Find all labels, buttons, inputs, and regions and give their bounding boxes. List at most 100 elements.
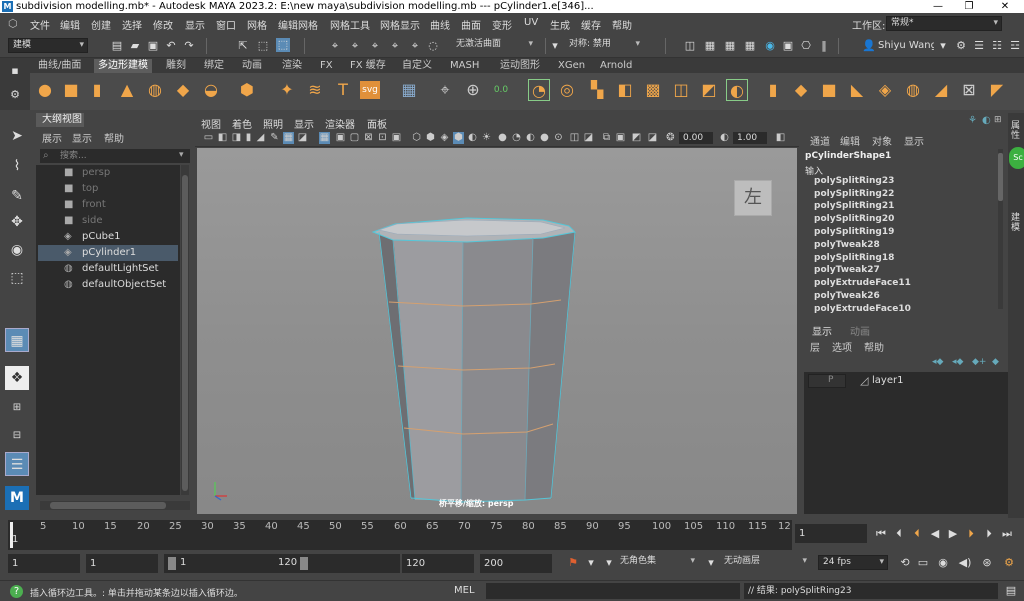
volume-icon[interactable]: ◀) (958, 556, 972, 570)
exposure-field[interactable]: 0.00 (679, 132, 713, 144)
2d-pan-icon[interactable]: ◢ (255, 132, 266, 144)
list-item[interactable]: ◈ pCylinder1 (38, 245, 178, 261)
symmetry-dropdown[interactable]: 对称: 禁用 (565, 38, 643, 53)
lasso-tool-icon[interactable]: ⌇ (5, 154, 29, 178)
quad-draw-icon[interactable]: ⊠ (958, 79, 980, 101)
menu-cache[interactable]: 缓存 (581, 17, 601, 32)
viewport-menu-view[interactable]: 视图 (201, 116, 221, 131)
step-back-frame-icon[interactable]: ⏴ (910, 527, 924, 541)
shelf-tab-rigging[interactable]: 绑定 (200, 59, 228, 73)
pause-render-icon[interactable]: ‖ (817, 39, 831, 53)
shelf-tab-rendering[interactable]: 渲染 (278, 59, 306, 73)
scale-tool-icon[interactable]: ⬚ (5, 266, 29, 290)
viewport-menu-lighting[interactable]: 照明 (263, 116, 283, 131)
cylinder-model[interactable] (197, 148, 797, 514)
grease-pencil-icon[interactable]: ✎ (269, 132, 280, 144)
menu-surfaces[interactable]: 曲面 (461, 17, 481, 32)
extract-icon[interactable]: ▚ (586, 79, 608, 101)
poly-cone-icon[interactable]: ▲ (116, 79, 138, 101)
key-menu-icon[interactable]: ▾ (584, 556, 598, 570)
shelf-settings-icon[interactable]: ⚙ (8, 88, 22, 102)
scene-start-field[interactable]: 1 (8, 554, 80, 573)
safe-action-icon[interactable]: ⊡ (377, 132, 388, 144)
modeling-toolkit-tab[interactable]: 建模 (1011, 213, 1021, 233)
attribute-editor-icon[interactable]: ☰ (972, 39, 986, 53)
new-layer-selected-icon[interactable]: ◆ (992, 357, 999, 367)
input-node[interactable]: polySplitRing19 (814, 227, 894, 237)
outliner-hscroll-thumb[interactable] (50, 502, 166, 509)
layer-tab-display[interactable]: 显示 (812, 323, 832, 338)
new-layer-icon[interactable]: ◆+ (972, 357, 986, 367)
textured-icon[interactable]: ◐ (467, 132, 478, 144)
ambient-occlusion-icon[interactable]: ◐ (525, 132, 536, 144)
layer-visibility-toggle[interactable] (808, 374, 846, 388)
gate-mask-icon[interactable]: ▢ (349, 132, 360, 144)
boolean-icon[interactable]: ◧ (614, 79, 636, 101)
channel-box-icon[interactable]: ☷ (990, 39, 1004, 53)
menu-mesh[interactable]: 网格 (247, 17, 267, 32)
gamma-field[interactable]: 1.00 (733, 132, 767, 144)
shelf-tab-fx-caching[interactable]: FX 缓存 (346, 59, 390, 73)
layer-menu-help[interactable]: 帮助 (864, 339, 884, 354)
shelf-tab-arnold[interactable]: Arnold (596, 59, 636, 73)
menu-edit[interactable]: 编辑 (60, 17, 80, 32)
type-tool-icon[interactable]: T (332, 79, 354, 101)
viewport-menu-shading[interactable]: 着色 (232, 116, 252, 131)
list-item[interactable]: ◈ pCube1 (38, 229, 178, 245)
input-node[interactable]: polyExtrudeFace10 (814, 304, 911, 314)
input-node[interactable]: polyTweak28 (814, 240, 880, 250)
fill-hole-icon[interactable]: ◣ (846, 79, 868, 101)
reduce-icon[interactable]: ◫ (670, 79, 692, 101)
step-back-key-icon[interactable]: ⏴ (892, 527, 906, 541)
layer-playback-toggle[interactable]: P (828, 375, 833, 385)
arnold-render-icon[interactable]: ▣ (781, 39, 795, 53)
layout-side-icon[interactable]: ⊟ (5, 424, 29, 448)
select-by-object-icon[interactable]: ⬚ (256, 39, 270, 53)
bevel-icon[interactable]: ■ (818, 79, 840, 101)
select-by-component-icon[interactable]: ⬚ (276, 38, 290, 52)
viewport-menu-renderer[interactable]: 渲染器 (325, 116, 355, 131)
layer-name[interactable]: layer1 (872, 375, 903, 386)
input-node[interactable]: polyTweak26 (814, 291, 880, 301)
move-tool-icon[interactable]: ✥ (5, 210, 29, 234)
layer-menu-layers[interactable]: 层 (810, 339, 820, 354)
field-chart-icon[interactable]: ⊠ (363, 132, 374, 144)
snap-surface-icon[interactable]: ⌖ (408, 39, 422, 53)
menu-uv[interactable]: UV (524, 17, 538, 28)
shaded-wireframe-icon[interactable]: ⬢ (453, 132, 464, 144)
select-tool-icon[interactable]: ➤ (5, 124, 29, 148)
outliner-vscroll-thumb[interactable] (182, 175, 188, 491)
input-node[interactable]: polySplitRing18 (814, 253, 894, 263)
channel-menu-channels[interactable]: 通道 (810, 133, 830, 148)
view-cube[interactable]: 左 (734, 180, 772, 216)
close-button[interactable]: ✕ (990, 0, 1020, 13)
list-item[interactable]: ■ top (38, 181, 178, 197)
target-weld-icon[interactable]: ◍ (902, 79, 924, 101)
play-backward-icon[interactable]: ◀ (928, 527, 942, 541)
outliner-menu-help[interactable]: 帮助 (104, 130, 124, 145)
input-node[interactable]: polySplitRing20 (814, 214, 894, 224)
super-shape-icon[interactable]: ✦ (276, 79, 298, 101)
snap-view-plane-icon[interactable]: ⌖ (388, 39, 402, 53)
outliner-layout-icon[interactable]: ☰ (5, 452, 29, 476)
antialias-icon[interactable]: ⊙ (553, 132, 564, 144)
shelf-tab-motion-graphics[interactable]: 运动图形 (496, 59, 544, 73)
list-item[interactable]: ■ side (38, 213, 178, 229)
menu-edit-mesh[interactable]: 编辑网格 (278, 17, 318, 32)
shelf-tab-curves[interactable]: 曲线/曲面 (34, 59, 85, 73)
poly-sphere-icon[interactable]: ● (34, 79, 56, 101)
poly-plane-icon[interactable]: ◆ (172, 79, 194, 101)
channel-refresh-icon[interactable]: ◐ (982, 115, 991, 126)
snap-curve-icon[interactable]: ⌖ (348, 39, 362, 53)
frame-selected-icon[interactable]: ▣ (615, 132, 626, 144)
shelf-tab-mash[interactable]: MASH (446, 59, 483, 73)
snap-together-icon[interactable]: ⊕ (462, 79, 484, 101)
channel-icon[interactable]: ⚘ (968, 115, 977, 126)
user-dropdown-icon[interactable]: ▾ (936, 39, 950, 53)
new-scene-icon[interactable]: ▤ (110, 39, 124, 53)
extrude-icon[interactable]: ▮ (762, 79, 784, 101)
hypershade-icon[interactable]: ◉ (763, 39, 777, 53)
color-management-icon[interactable]: ◧ (775, 132, 786, 144)
mirror-icon[interactable]: 0.0 (490, 79, 512, 101)
go-to-end-icon[interactable]: ⏭ (1000, 527, 1014, 541)
